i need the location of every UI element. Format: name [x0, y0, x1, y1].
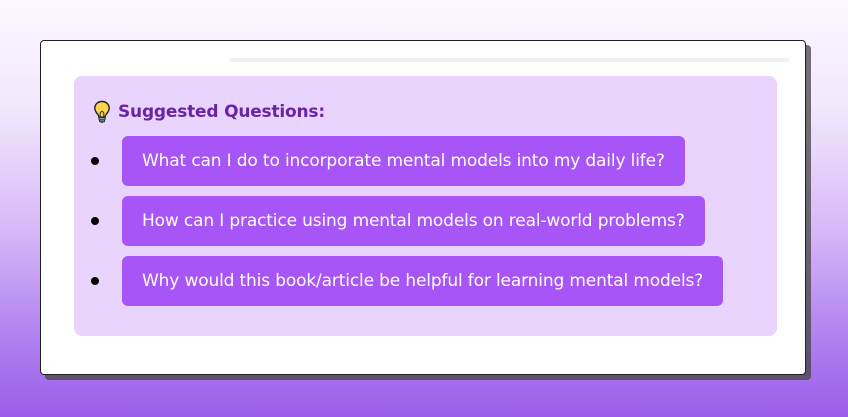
- suggested-questions-panel: Suggested Questions: What can I do to in…: [74, 76, 777, 336]
- list-item: Why would this book/article be helpful f…: [88, 256, 724, 306]
- suggested-questions-list: What can I do to incorporate mental mode…: [88, 136, 724, 316]
- list-item: How can I practice using mental models o…: [88, 196, 723, 246]
- content-card: Suggested Questions: What can I do to in…: [40, 40, 806, 375]
- top-divider: [229, 58, 789, 62]
- list-item: What can I do to incorporate mental mode…: [88, 136, 723, 186]
- bullet-icon: [91, 277, 99, 285]
- bullet-icon: [91, 157, 99, 165]
- suggested-question-button-1[interactable]: What can I do to incorporate mental mode…: [122, 136, 685, 186]
- bullet-icon: [91, 217, 99, 225]
- suggested-question-button-3[interactable]: Why would this book/article be helpful f…: [122, 256, 724, 306]
- suggested-question-button-2[interactable]: How can I practice using mental models o…: [122, 196, 705, 246]
- suggested-questions-title: Suggested Questions:: [118, 102, 325, 122]
- lightbulb-icon: [93, 100, 111, 124]
- suggested-questions-heading: Suggested Questions:: [93, 100, 325, 124]
